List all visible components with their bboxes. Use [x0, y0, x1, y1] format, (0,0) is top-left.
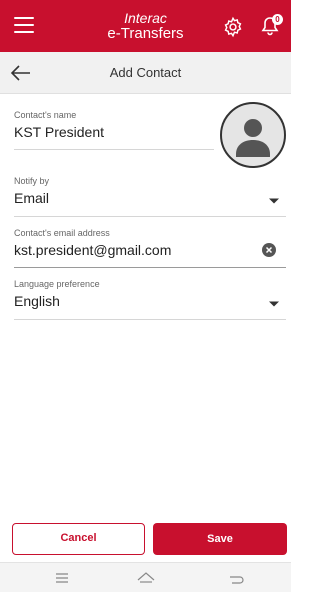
person-avatar-icon: [236, 119, 270, 157]
back-nav-icon[interactable]: [226, 569, 246, 587]
page-header: Add Contact: [0, 52, 291, 94]
app-header: Interac e-Transfers 0: [0, 0, 291, 52]
app-title-line2: e-Transfers: [107, 25, 184, 42]
contact-name-field[interactable]: Contact's name KST President: [14, 110, 214, 150]
email-field[interactable]: Contact's email address kst.president@gm…: [14, 228, 286, 268]
clear-icon[interactable]: [262, 243, 276, 257]
app-title: Interac e-Transfers: [0, 10, 291, 42]
save-button[interactable]: Save: [153, 523, 287, 555]
app-title-line1: Interac: [124, 10, 167, 26]
notification-badge: 0: [272, 14, 283, 25]
chevron-down-icon: [269, 301, 279, 307]
notify-by-value: Email: [14, 190, 50, 206]
email-label: Contact's email address: [14, 228, 110, 238]
home-icon[interactable]: [136, 569, 156, 587]
language-dropdown[interactable]: Language preference English: [14, 279, 286, 320]
contact-name-input[interactable]: KST President: [14, 124, 214, 140]
email-input[interactable]: kst.president@gmail.com: [14, 242, 286, 258]
contact-avatar-button[interactable]: [220, 102, 286, 168]
page-title: Add Contact: [109, 65, 182, 80]
contact-name-label: Contact's name: [14, 110, 77, 120]
notify-by-label: Notify by: [14, 176, 50, 186]
notifications-button[interactable]: 0: [258, 14, 283, 38]
cancel-button[interactable]: Cancel: [12, 523, 145, 555]
gear-icon[interactable]: [222, 16, 244, 38]
notify-by-dropdown[interactable]: Notify by Email: [14, 176, 286, 217]
recent-apps-icon[interactable]: [52, 569, 72, 587]
chevron-down-icon: [269, 198, 279, 204]
language-label: Language preference: [14, 279, 100, 289]
language-value: English: [14, 293, 60, 309]
system-nav-bar: [0, 562, 291, 592]
